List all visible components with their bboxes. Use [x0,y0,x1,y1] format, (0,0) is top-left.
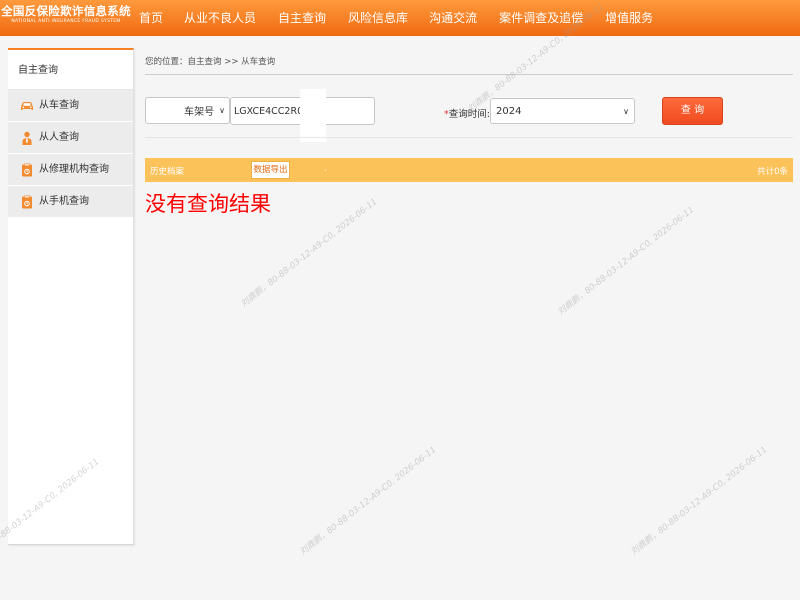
query-button[interactable]: 查 询 [662,97,723,125]
export-data-button[interactable]: 数据导出 [251,161,290,179]
year-select[interactable]: 2024 ∨ [490,98,635,124]
top-nav-bar: 全国反保险欺诈信息系统 NATIONAL ANTI INSURANCE FRAU… [0,0,800,36]
nav-item-value-added[interactable]: 增值服务 [605,0,653,36]
redaction-mask [300,89,326,142]
nav-item-case-investigation[interactable]: 案件调查及追偿 [499,0,583,36]
form-divider [145,137,793,138]
repair-shop-icon [18,163,36,177]
chevron-down-icon: ∨ [623,106,629,116]
phone-icon [18,195,36,209]
nav-item-risk-database[interactable]: 风险信息库 [348,0,408,36]
sidebar-item-phone-query[interactable]: 从手机查询 [8,186,133,218]
query-time-label: *查询时间: [444,106,490,120]
sidebar-title: 自主查询 [8,50,133,90]
site-logo[interactable]: 全国反保险欺诈信息系统 NATIONAL ANTI INSURANCE FRAU… [0,0,132,36]
logo-chinese-title: 全国反保险欺诈信息系统 [1,4,131,18]
sidebar-item-label: 从车查询 [39,99,79,111]
sidebar-item-label: 从人查询 [39,131,79,143]
watermark: 刘鼎鹏，80-88-03-12-A9-C0, 2026-06-11 [556,204,697,318]
logo-english-title: NATIONAL ANTI INSURANCE FRAUD SYSTEM [11,19,121,24]
watermark: 刘鼎鹏，80-88-03-12-A9-C0, 2026-06-11 [629,444,770,558]
result-total-count: 共计0条 [757,167,788,177]
sidebar-item-vehicle-query[interactable]: 从车查询 [8,90,133,122]
nav-item-home[interactable]: 首页 [139,0,163,36]
breadcrumb-divider [145,74,793,75]
car-icon [18,100,36,112]
watermark: 刘鼎鹏，80-88-03-12-A9-C0, 2026-06-11 [298,444,439,558]
year-value: 2024 [496,105,522,117]
nav-item-bad-practitioners[interactable]: 从业不良人员 [184,0,256,36]
person-icon [18,131,36,145]
sidebar-item-repair-shop-query[interactable]: 从修理机构查询 [8,154,133,186]
result-title: 历史档案 [150,167,185,177]
sidebar-item-person-query[interactable]: 从人查询 [8,122,133,154]
sidebar-item-label: 从修理机构查询 [39,163,109,175]
result-marker: . [324,164,327,174]
query-type-value: 车架号 [184,107,215,118]
chevron-down-icon: ∨ [219,106,225,115]
main-nav: 首页 从业不良人员 自主查询 风险信息库 沟通交流 案件调查及追偿 增值服务 [132,0,653,36]
sidebar: 自主查询 从车查询 从人查询 从修理机构查询 从手机查询 [8,48,134,545]
query-time-label-text: 查询时间: [448,109,490,120]
nav-item-self-query[interactable]: 自主查询 [278,0,326,36]
query-type-select[interactable]: 车架号 ∨ [145,97,230,124]
sidebar-item-label: 从手机查询 [39,195,89,207]
nav-item-communication[interactable]: 沟通交流 [429,0,477,36]
result-header-bar: 历史档案 数据导出 . 共计0条 [145,158,793,182]
empty-result-message: 没有查询结果 [145,192,271,216]
breadcrumb: 您的位置：自主查询 >> 从车查询 [145,57,276,67]
